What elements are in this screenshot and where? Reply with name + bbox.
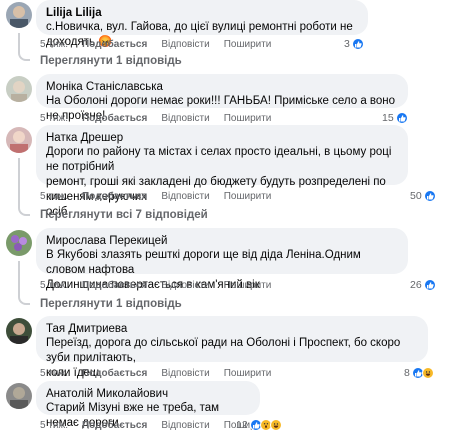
reaction-count[interactable]: 50 [410, 190, 436, 202]
comment-actions: 5 тиж. Подобається Відповісти Поширити [40, 39, 285, 50]
like-button[interactable]: Подобається [82, 39, 147, 50]
share-button[interactable]: Поширити [224, 191, 272, 202]
like-icon [351, 38, 364, 50]
share-button[interactable]: Поширити [224, 368, 272, 379]
reply-thread-line [18, 158, 30, 216]
reply-button[interactable]: Відповісти [161, 191, 209, 202]
reply-button[interactable]: Відповісти [161, 420, 209, 431]
share-button[interactable]: Поширити [224, 39, 272, 50]
comment-actions: 5 тиж. Подобається Відповісти Поширити [40, 113, 285, 124]
reaction-count[interactable]: 12 [236, 419, 282, 431]
comment-author[interactable]: Тая Дмитриева [46, 322, 418, 336]
comment-text-line: В Якубові злазять решткі дороги ще від д… [46, 249, 361, 276]
replies-label: Переглянути всі 7 відповідей [40, 209, 208, 221]
like-icon [423, 190, 436, 202]
comment-author[interactable]: Моніка Станіславська [46, 80, 398, 94]
avatar[interactable] [6, 127, 32, 153]
haha-icon [269, 419, 282, 431]
comment-time[interactable]: 5 тиж. [40, 280, 68, 291]
reaction-count-value: 8 [404, 367, 410, 379]
like-icon [395, 112, 408, 124]
avatar[interactable] [6, 318, 32, 344]
reaction-count[interactable]: 8 [404, 367, 434, 379]
share-button[interactable]: Поширити [224, 280, 272, 291]
comment-time[interactable]: 5 тиж. [40, 420, 68, 431]
comment-time[interactable]: 5 тиж. [40, 39, 68, 50]
comment-time[interactable]: 5 тиж. [40, 191, 68, 202]
reaction-count-value: 15 [382, 112, 394, 124]
reply-thread-line [18, 261, 30, 305]
comment-author[interactable]: Натка Дрешер [46, 131, 398, 145]
comment-bubble: Натка Дрешер Дороги по району та містах … [36, 125, 408, 218]
reply-button[interactable]: Відповісти [161, 280, 209, 291]
avatar[interactable] [6, 383, 32, 409]
reaction-count-value: 3 [344, 38, 350, 50]
like-button[interactable]: Подобається [82, 280, 147, 291]
share-button[interactable]: Поширити [224, 113, 272, 124]
avatar[interactable] [6, 76, 32, 102]
like-icon [423, 279, 436, 291]
comment-actions: 5 тиж. Подобається Відповісти Поширити [40, 368, 285, 379]
view-replies-button[interactable]: Переглянути всі 7 відповідей [40, 209, 208, 221]
reaction-count[interactable]: 15 [382, 112, 408, 124]
comment-bubble: Анатолій Миколайович Старий Мізуні вже н… [36, 381, 260, 429]
comment-time[interactable]: 5 тиж. [40, 113, 68, 124]
replies-label: Переглянути 1 відповідь [40, 298, 182, 310]
reaction-count-value: 50 [410, 190, 422, 202]
comment-actions: 5 тиж. Подобається Відповісти Поширити [40, 191, 285, 202]
avatar[interactable] [6, 230, 32, 256]
comment-text-line: Дороги по району та містах і селах прост… [46, 146, 392, 173]
view-replies-button[interactable]: Переглянути 1 відповідь [40, 298, 182, 310]
avatar[interactable] [6, 2, 32, 28]
view-replies-button[interactable]: Переглянути 1 відповідь [40, 55, 182, 67]
comment-text-line: Переїзд, дорога до сільської ради на Обо… [46, 337, 401, 364]
comment-author[interactable]: Анатолій Миколайович [46, 387, 250, 401]
reply-button[interactable]: Відповісти [161, 368, 209, 379]
like-button[interactable]: Подобається [82, 420, 147, 431]
reaction-count-value: 26 [410, 279, 422, 291]
comment-author[interactable]: Lilija Lilija [46, 6, 358, 20]
replies-label: Переглянути 1 відповідь [40, 55, 182, 67]
reply-thread-line [18, 33, 30, 61]
comment-bubble: Lilija Lilija с.Новичка, вул. Гайова, до… [36, 0, 368, 48]
comment-actions: 5 тиж. Подобається Відповісти Поширити [40, 280, 285, 291]
like-button[interactable]: Подобається [82, 368, 147, 379]
reply-button[interactable]: Відповісти [161, 39, 209, 50]
like-button[interactable]: Подобається [82, 113, 147, 124]
reaction-count[interactable]: 3 [344, 38, 364, 50]
comment-author[interactable]: Мирослава Перекицей [46, 234, 398, 248]
like-button[interactable]: Подобається [82, 191, 147, 202]
reply-button[interactable]: Відповісти [161, 113, 209, 124]
haha-icon [421, 367, 434, 379]
comment-bubble: Тая Дмитриева Переїзд, дорога до сільськ… [36, 316, 428, 379]
reaction-count[interactable]: 26 [410, 279, 436, 291]
comment-time[interactable]: 5 тиж. [40, 368, 68, 379]
comment-bubble: Мирослава Перекицей В Якубові злазять ре… [36, 228, 408, 291]
comment-bubble: Моніка Станіславська На Оболоні дороги н… [36, 74, 408, 122]
reaction-count-value: 12 [236, 419, 248, 431]
